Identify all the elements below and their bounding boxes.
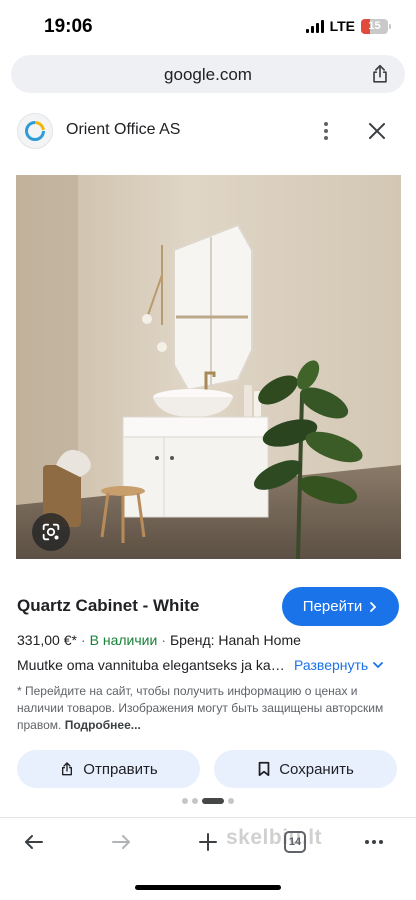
disclaimer-text: * Перейдите на сайт, чтобы получить инфо… bbox=[17, 683, 397, 734]
address-bar[interactable]: google.com bbox=[11, 55, 405, 93]
forward-arrow-icon bbox=[112, 835, 130, 849]
product-title[interactable]: Quartz Cabinet - White bbox=[17, 596, 199, 616]
bathroom-scene-image bbox=[16, 175, 401, 559]
expand-label: Развернуть bbox=[294, 657, 369, 673]
plus-icon bbox=[199, 833, 217, 851]
product-image[interactable] bbox=[16, 175, 401, 559]
chevron-down-icon bbox=[373, 662, 384, 669]
back-arrow-icon bbox=[25, 835, 43, 849]
pager-dot[interactable] bbox=[192, 798, 198, 804]
battery-level: 15 bbox=[368, 20, 381, 32]
pager-dot[interactable] bbox=[228, 798, 234, 804]
tabs-icon: 14 bbox=[284, 831, 306, 853]
pager-dot-active[interactable] bbox=[202, 798, 224, 804]
new-tab-button[interactable] bbox=[192, 826, 224, 858]
share-icon[interactable] bbox=[369, 63, 391, 85]
more-info-link[interactable]: Подробнее... bbox=[65, 718, 141, 732]
product-description: Muutke oma vannituba elegantseks ja kaas… bbox=[17, 657, 289, 673]
bottom-toolbar: skelbiu.lt 14 bbox=[0, 817, 416, 865]
site-name[interactable]: Orient Office AS bbox=[66, 121, 180, 139]
menu-button[interactable] bbox=[358, 826, 390, 858]
more-horiz-icon bbox=[365, 840, 383, 844]
status-time: 19:06 bbox=[44, 16, 93, 37]
visit-button-label: Перейти bbox=[302, 598, 363, 615]
url-text[interactable]: google.com bbox=[11, 65, 405, 85]
more-vert-icon[interactable] bbox=[317, 120, 335, 142]
share-button[interactable]: Отправить bbox=[17, 750, 200, 788]
expand-description-link[interactable]: Развернуть bbox=[294, 657, 384, 673]
site-logo-icon bbox=[17, 113, 53, 149]
share-button-label: Отправить bbox=[83, 760, 158, 778]
forward-button[interactable] bbox=[105, 826, 137, 858]
save-button-label: Сохранить bbox=[279, 760, 354, 778]
product-meta: 331,00 €* · В наличии · Бренд: Hanah Home bbox=[17, 632, 301, 648]
home-indicator[interactable] bbox=[135, 885, 281, 890]
chevron-right-icon bbox=[370, 601, 377, 612]
bookmark-icon bbox=[258, 761, 270, 777]
brand: Бренд: Hanah Home bbox=[169, 632, 301, 648]
visit-button[interactable]: Перейти bbox=[282, 587, 399, 626]
site-header: Orient Office AS bbox=[0, 108, 416, 154]
price: 331,00 €* bbox=[17, 632, 77, 648]
battery-icon: 15 bbox=[361, 18, 391, 34]
tabs-button[interactable]: 14 bbox=[279, 826, 311, 858]
save-button[interactable]: Сохранить bbox=[214, 750, 397, 788]
network-type: LTE bbox=[329, 18, 355, 34]
close-icon[interactable] bbox=[366, 120, 388, 142]
signal-icon bbox=[305, 19, 324, 33]
image-pager bbox=[0, 798, 416, 804]
google-lens-icon[interactable] bbox=[32, 513, 70, 551]
pager-dot[interactable] bbox=[182, 798, 188, 804]
status-bar: 19:06 LTE 15 bbox=[0, 0, 416, 52]
status-indicators: LTE 15 bbox=[305, 18, 391, 34]
share-icon bbox=[62, 762, 73, 776]
back-button[interactable] bbox=[18, 826, 50, 858]
availability-badge: В наличии bbox=[89, 632, 158, 648]
